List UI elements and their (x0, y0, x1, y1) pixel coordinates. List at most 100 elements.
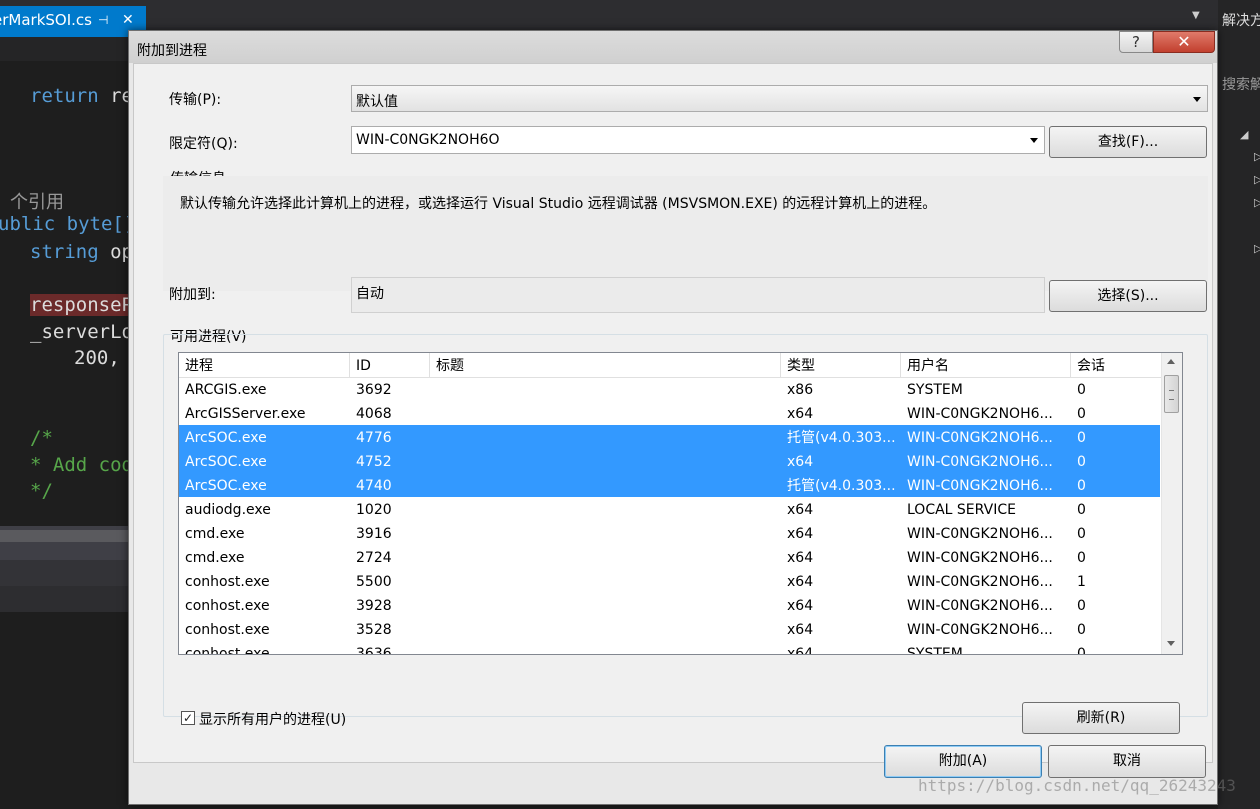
code-text: 200, (74, 347, 120, 369)
chevron-down-icon[interactable] (1030, 138, 1038, 143)
code-text: _serverLo (30, 321, 133, 343)
column-header-id[interactable]: ID (350, 353, 430, 377)
column-header-session[interactable]: 会话 (1071, 353, 1164, 377)
cell-process-title (430, 569, 781, 593)
solution-explorer: 解决方 搜索解 ◢ ▷ ▷ ▷ ▷ (1218, 0, 1260, 809)
cell-process-title (430, 545, 781, 569)
cell-process-user: WIN-C0NGK2NOH6... (907, 526, 1053, 542)
cell-process-title (430, 521, 781, 545)
cell-process-id: 3528 (356, 622, 392, 638)
dialog-body: 传输(P): 默认值 限定符(Q): WIN-C0NGK2NOH6O 查找(F)… (133, 63, 1213, 763)
refresh-button[interactable]: 刷新(R) (1022, 702, 1180, 734)
cell-process-title (430, 617, 781, 641)
cell-process-type: x64 (787, 502, 814, 518)
cell-process-id: 2724 (356, 550, 392, 566)
tab-dropdown-icon[interactable]: ▼ (1192, 10, 1200, 21)
process-row[interactable]: ArcSOC.exe 4776 托管(v4.0.303... WIN-C0NGK2NO… (179, 425, 1160, 449)
solution-search-input[interactable]: 搜索解 (1222, 74, 1260, 94)
cell-process-id: 3692 (356, 382, 392, 398)
process-row[interactable]: audiodg.exe 1020 x64 LOCAL SERVICE 0 (179, 497, 1160, 521)
chevron-down-icon (1193, 97, 1201, 102)
cell-process-id: 4068 (356, 406, 392, 422)
cell-process-name: ArcGISServer.exe (185, 406, 306, 422)
cell-process-name: audiodg.exe (185, 502, 271, 518)
process-row[interactable]: ArcSOC.exe 4752 x64 WIN-C0NGK2NOH6... 0 (179, 449, 1160, 473)
collapse-icon[interactable]: ▷ (1254, 242, 1260, 255)
code-comment: * Add cod (30, 454, 133, 476)
cell-process-user: SYSTEM (907, 382, 963, 398)
transport-label: 传输(P): (169, 92, 222, 108)
cell-process-user: WIN-C0NGK2NOH6... (907, 574, 1053, 590)
process-row[interactable]: ArcSOC.exe 4740 托管(v4.0.303... WIN-C0NGK2NO… (179, 473, 1160, 497)
cell-process-title (430, 593, 781, 617)
collapse-icon[interactable]: ▷ (1254, 173, 1260, 186)
cell-process-type: x64 (787, 598, 814, 614)
cell-process-session: 0 (1077, 622, 1086, 638)
attach-to-label: 附加到: (169, 287, 216, 303)
cell-process-id: 1020 (356, 502, 392, 518)
scroll-thumb[interactable] (1164, 375, 1179, 413)
cell-process-type: x64 (787, 646, 814, 655)
process-row[interactable]: ARCGIS.exe 3692 x86 SYSTEM 0 (179, 377, 1160, 401)
cell-process-name: conhost.exe (185, 574, 270, 590)
close-button[interactable]: ✕ (1153, 31, 1215, 53)
cell-process-session: 0 (1077, 646, 1086, 655)
cell-process-user: WIN-C0NGK2NOH6... (907, 478, 1053, 494)
process-row[interactable]: conhost.exe 5500 x64 WIN-C0NGK2NOH6... 1 (179, 569, 1160, 593)
column-header-username[interactable]: 用户名 (901, 353, 1071, 377)
qualifier-input[interactable]: WIN-C0NGK2NOH6O (351, 126, 1045, 154)
codelens-references[interactable]: 个引用 (10, 192, 64, 213)
cell-process-user: SYSTEM (907, 646, 963, 655)
qualifier-value: WIN-C0NGK2NOH6O (356, 132, 500, 148)
code-text-highlighted: responseP (30, 294, 133, 316)
process-row[interactable]: conhost.exe 3636 x64 SYSTEM 0 (179, 641, 1160, 655)
cell-process-name: ArcSOC.exe (185, 478, 267, 494)
show-all-users-checkbox[interactable]: ✓ (181, 711, 195, 725)
cell-process-session: 0 (1077, 406, 1086, 422)
select-button[interactable]: 选择(S)... (1049, 280, 1207, 312)
column-header-type[interactable]: 类型 (781, 353, 901, 377)
vertical-scrollbar[interactable] (1161, 353, 1182, 654)
cell-process-title (430, 449, 781, 473)
cell-process-name: conhost.exe (185, 646, 270, 655)
collapse-icon[interactable]: ▷ (1254, 196, 1260, 209)
dialog-titlebar[interactable]: 附加到进程 ? ✕ (129, 31, 1217, 63)
process-list[interactable]: 进程 ID 标题 类型 用户名 会话 ARCGIS.exe 3692 x86 SYST… (178, 352, 1183, 655)
process-row[interactable]: conhost.exe 3528 x64 WIN-C0NGK2NOH6... 0 (179, 617, 1160, 641)
show-all-users-label[interactable]: 显示所有用户的进程(U) (199, 709, 346, 729)
expand-icon[interactable]: ◢ (1240, 128, 1248, 141)
column-header-title[interactable]: 标题 (430, 353, 781, 377)
find-button[interactable]: 查找(F)... (1049, 126, 1207, 158)
transport-info-text: 默认传输允许选择此计算机上的进程，或选择运行 Visual Studio 远程调… (180, 196, 937, 212)
column-header-process[interactable]: 进程 (179, 353, 350, 377)
process-row[interactable]: conhost.exe 3928 x64 WIN-C0NGK2NOH6... 0 (179, 593, 1160, 617)
attach-button[interactable]: 附加(A) (884, 745, 1042, 778)
transport-select[interactable]: 默认值 (351, 85, 1208, 112)
code-comment: /* (30, 427, 53, 449)
cell-process-session: 0 (1077, 382, 1086, 398)
grip-icon (1169, 390, 1174, 400)
cell-process-user: WIN-C0NGK2NOH6... (907, 550, 1053, 566)
process-row[interactable]: ArcGISServer.exe 4068 x64 WIN-C0NGK2NOH6...… (179, 401, 1160, 425)
collapse-icon[interactable]: ▷ (1254, 150, 1260, 163)
process-row[interactable]: cmd.exe 3916 x64 WIN-C0NGK2NOH6... 0 (179, 521, 1160, 545)
cell-process-user: WIN-C0NGK2NOH6... (907, 406, 1053, 422)
help-button[interactable]: ? (1119, 31, 1153, 53)
editor-tab-label: erMarkSOI.cs (0, 11, 92, 29)
cell-process-type: x64 (787, 574, 814, 590)
code-keyword: return (30, 85, 99, 107)
cell-process-id: 3916 (356, 526, 392, 542)
cell-process-name: conhost.exe (185, 622, 270, 638)
cell-process-name: cmd.exe (185, 550, 245, 566)
code-text: ublic byte[] (0, 213, 136, 235)
process-row[interactable]: cmd.exe 2724 x64 WIN-C0NGK2NOH6... 0 (179, 545, 1160, 569)
scroll-up-icon[interactable] (1167, 359, 1175, 364)
scroll-down-icon[interactable] (1167, 641, 1175, 646)
pin-icon[interactable]: ⊣ (98, 6, 108, 35)
cancel-button[interactable]: 取消 (1048, 745, 1206, 778)
cell-process-type: x64 (787, 454, 814, 470)
transport-info-box: 默认传输允许选择此计算机上的进程，或选择运行 Visual Studio 远程调… (163, 176, 1208, 291)
transport-value: 默认值 (356, 94, 398, 110)
process-list-header: 进程 ID 标题 类型 用户名 会话 (179, 353, 1164, 378)
editor-tab-active[interactable]: erMarkSOI.cs ⊣ ✕ (0, 6, 146, 35)
